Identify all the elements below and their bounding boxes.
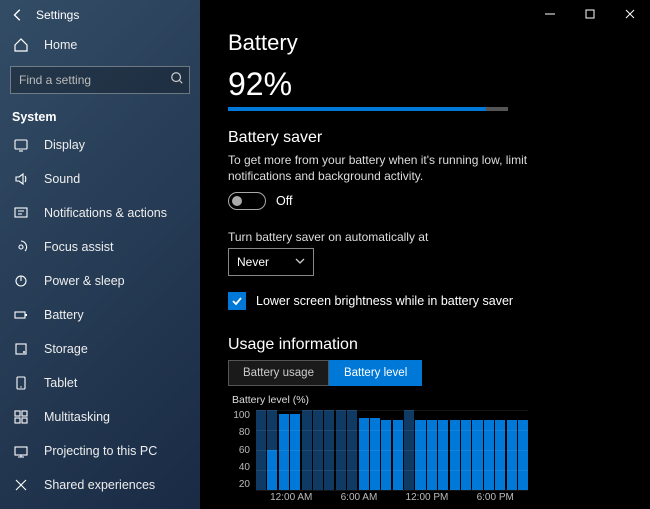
multitask-icon — [12, 408, 30, 426]
sidebar-item-projecting-to-this-pc[interactable]: Projecting to this PC — [0, 434, 200, 468]
chart-x-axis: 12:00 AM6:00 AM12:00 PM6:00 PM — [228, 492, 528, 503]
power-icon — [12, 272, 30, 290]
tab-battery-level[interactable]: Battery level — [329, 360, 422, 386]
sidebar-item-label: Sound — [44, 172, 80, 186]
focus-icon — [12, 238, 30, 256]
battery-level-chart: Battery level (%) 10080604020 12:00 AM6:… — [228, 394, 528, 503]
brightness-checkbox-label: Lower screen brightness while in battery… — [256, 294, 513, 308]
sound-icon — [12, 170, 30, 188]
minimize-button[interactable] — [530, 0, 570, 28]
sidebar-item-label: Battery — [44, 308, 84, 322]
chevron-down-icon — [295, 255, 305, 269]
chart-plot — [256, 410, 528, 490]
chart-y-axis: 10080604020 — [228, 410, 250, 490]
sidebar-item-label: Focus assist — [44, 240, 113, 254]
home-button[interactable]: Home — [0, 30, 200, 60]
sidebar-item-label: Tablet — [44, 376, 77, 390]
maximize-button[interactable] — [570, 0, 610, 28]
battery-saver-hint: To get more from your battery when it's … — [228, 153, 588, 184]
sidebar-item-label: Storage — [44, 342, 88, 356]
close-button[interactable] — [610, 0, 650, 28]
sidebar-item-label: Notifications & actions — [44, 206, 167, 220]
home-icon — [12, 36, 30, 54]
sidebar-item-battery[interactable]: Battery — [0, 298, 200, 332]
sidebar-item-tablet[interactable]: Tablet — [0, 366, 200, 400]
usage-info-heading: Usage information — [228, 336, 622, 354]
notifications-icon — [12, 204, 30, 222]
chart-y-title: Battery level (%) — [228, 394, 528, 406]
shared-icon — [12, 476, 30, 494]
nav-list: Display Sound Notifications & actions Focus… — [0, 128, 200, 509]
projecting-icon — [12, 442, 30, 460]
sidebar-item-label: Power & sleep — [44, 274, 125, 288]
auto-on-label: Turn battery saver on automatically at — [228, 230, 622, 244]
sidebar-item-sound[interactable]: Sound — [0, 162, 200, 196]
search-wrap — [10, 66, 190, 94]
sidebar-item-storage[interactable]: Storage — [0, 332, 200, 366]
battery-saver-toggle[interactable] — [228, 192, 266, 210]
storage-icon — [12, 340, 30, 358]
chart-bar — [279, 414, 289, 490]
auto-on-value: Never — [237, 255, 269, 269]
tab-battery-usage[interactable]: Battery usage — [228, 360, 329, 386]
sidebar-item-multitasking[interactable]: Multitasking — [0, 400, 200, 434]
battery-saver-heading: Battery saver — [228, 129, 622, 147]
brightness-checkbox[interactable] — [228, 292, 246, 310]
battery-percent: 92% — [228, 66, 622, 103]
auto-on-select[interactable]: Never — [228, 248, 314, 276]
window-controls — [530, 0, 650, 28]
chart-bar — [370, 418, 380, 490]
toggle-state-label: Off — [276, 194, 292, 208]
sidebar-item-focus-assist[interactable]: Focus assist — [0, 230, 200, 264]
tablet-icon — [12, 374, 30, 392]
chart-bar — [290, 414, 300, 490]
sidebar-item-clipboard[interactable]: Clipboard — [0, 502, 200, 509]
home-label: Home — [44, 38, 77, 52]
settings-sidebar: Settings Home System Display Sound Notific… — [0, 0, 200, 509]
page-title: Battery — [228, 30, 622, 56]
sidebar-item-label: Multitasking — [44, 410, 110, 424]
sidebar-item-label: Display — [44, 138, 85, 152]
window-title: Settings — [36, 8, 79, 22]
sidebar-item-notifications-actions[interactable]: Notifications & actions — [0, 196, 200, 230]
battery-bar — [228, 107, 508, 111]
battery-icon — [12, 306, 30, 324]
search-icon — [170, 71, 184, 88]
search-input[interactable] — [10, 66, 190, 94]
main-content: Battery 92% Battery saver To get more fr… — [200, 0, 650, 509]
display-icon — [12, 136, 30, 154]
back-button[interactable] — [0, 0, 36, 30]
chart-bar — [359, 418, 369, 490]
sidebar-item-label: Projecting to this PC — [44, 444, 157, 458]
sidebar-item-shared-experiences[interactable]: Shared experiences — [0, 468, 200, 502]
sidebar-item-display[interactable]: Display — [0, 128, 200, 162]
category-heading: System — [0, 104, 200, 128]
sidebar-item-power-sleep[interactable]: Power & sleep — [0, 264, 200, 298]
sidebar-item-label: Shared experiences — [44, 478, 155, 492]
